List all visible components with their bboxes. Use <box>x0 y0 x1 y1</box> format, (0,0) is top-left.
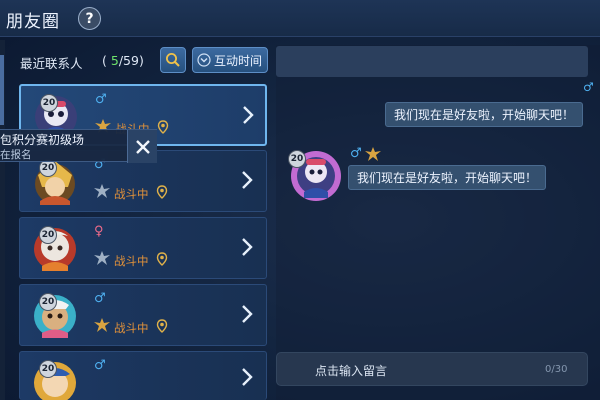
chat-header <box>276 46 588 77</box>
close-icon <box>135 139 150 154</box>
question-mark-icon: ? <box>85 10 94 27</box>
sent-message-bubble: 我们现在是好友啦，开始聊天吧！ <box>385 102 584 127</box>
char-counter: 0/30 <box>545 364 568 375</box>
gender-icon: ♀ <box>94 224 104 239</box>
help-button[interactable]: ? <box>78 7 101 30</box>
search-icon <box>166 53 180 67</box>
rank-badge-icon <box>94 184 110 198</box>
chevron-down-icon <box>197 53 211 67</box>
left-tab-accent <box>0 55 4 125</box>
chat-panel <box>276 45 600 400</box>
sort-label: 互动时间 <box>214 53 263 68</box>
avatar: 20 <box>28 291 78 341</box>
own-gender-icon: ♂ <box>583 80 594 94</box>
level-badge: 20 <box>39 293 57 311</box>
contact-card[interactable]: 20 ♂ <box>19 351 267 400</box>
total-count: 59 <box>123 53 139 68</box>
popup-close-button[interactable] <box>127 130 157 163</box>
friend-gender-icon: ♂ <box>350 146 362 161</box>
sort-dropdown[interactable]: 互动时间 <box>192 47 268 73</box>
chevron-right-icon <box>243 106 254 124</box>
popup-subtitle: 在报名 <box>0 149 32 161</box>
chevron-right-icon <box>242 238 253 256</box>
location-icon <box>156 252 168 266</box>
left-tab-strip <box>0 40 5 400</box>
received-message-bubble: 我们现在是好友啦，开始聊天吧！ <box>348 165 547 190</box>
input-placeholder: 点击输入留言 <box>315 364 388 378</box>
level-badge: 20 <box>40 94 58 112</box>
contacts-header: 最近联系人 ( 5/59) 互动时间 <box>18 45 268 75</box>
status-text: 战斗中 <box>114 321 149 335</box>
status-text: 战斗中 <box>114 254 149 268</box>
gender-icon: ♂ <box>94 291 106 306</box>
location-icon <box>156 185 168 199</box>
page-title: 朋友圈 <box>6 12 60 32</box>
location-icon <box>157 120 169 134</box>
search-button[interactable] <box>160 47 186 73</box>
rank-badge-icon <box>94 318 110 332</box>
popup-title: 包积分赛初级场 <box>0 133 85 147</box>
level-badge: 20 <box>39 226 57 244</box>
contacts-count: ( 5/59) <box>102 53 144 68</box>
message-input[interactable]: 点击输入留言 0/30 <box>276 352 588 386</box>
rank-badge-icon <box>365 147 381 161</box>
friend-avatar: 20 <box>288 148 344 204</box>
status-text: 战斗中 <box>114 187 149 201</box>
contact-card[interactable]: 20 ♀ 战斗中 <box>19 217 267 279</box>
avatar: 20 <box>28 358 78 400</box>
online-count: 5 <box>110 53 119 68</box>
contact-card[interactable]: 20 ♂ 战斗中 <box>19 284 267 346</box>
top-bar: 朋友圈 ? <box>0 0 600 37</box>
gender-icon: ♂ <box>94 358 106 373</box>
avatar: 20 <box>28 224 78 274</box>
level-badge: 20 <box>288 150 306 168</box>
avatar: 20 <box>28 157 78 207</box>
rank-badge-icon <box>94 251 110 265</box>
match-notification-popup: 包积分赛初级场 在报名 <box>0 129 157 163</box>
gender-icon: ♂ <box>95 92 107 107</box>
chevron-right-icon <box>242 368 253 386</box>
recent-contacts-label: 最近联系人 <box>20 56 83 71</box>
chevron-right-icon <box>242 171 253 189</box>
level-badge: 20 <box>39 360 57 378</box>
chevron-right-icon <box>242 305 253 323</box>
location-icon <box>156 319 168 333</box>
